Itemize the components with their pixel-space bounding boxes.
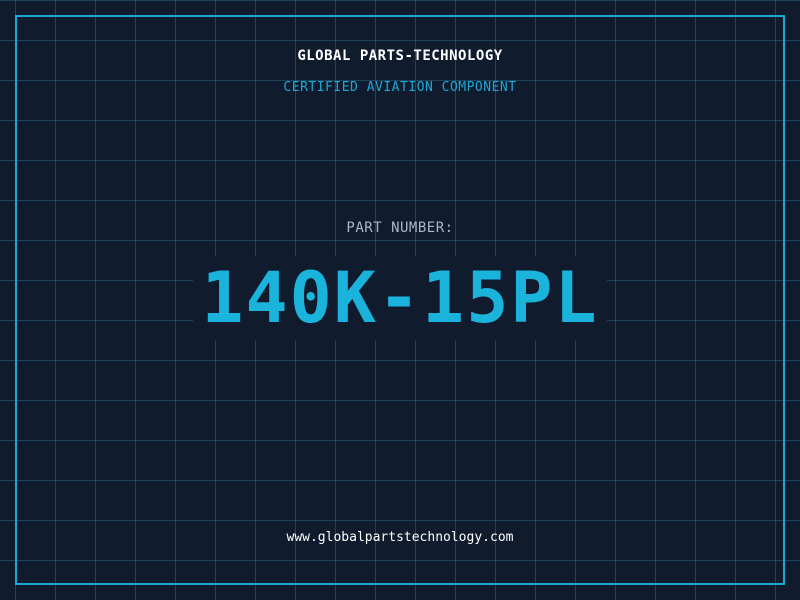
part-number-label: PART NUMBER: xyxy=(346,220,454,236)
certification-subtitle: CERTIFIED AVIATION COMPONENT xyxy=(283,80,517,95)
company-name: GLOBAL PARTS-TECHNOLOGY xyxy=(297,48,503,64)
website-url: www.globalpartstechnology.com xyxy=(286,530,514,545)
part-number-container: 140K-15PL xyxy=(0,256,800,340)
part-number-value: 140K-15PL xyxy=(193,256,607,340)
